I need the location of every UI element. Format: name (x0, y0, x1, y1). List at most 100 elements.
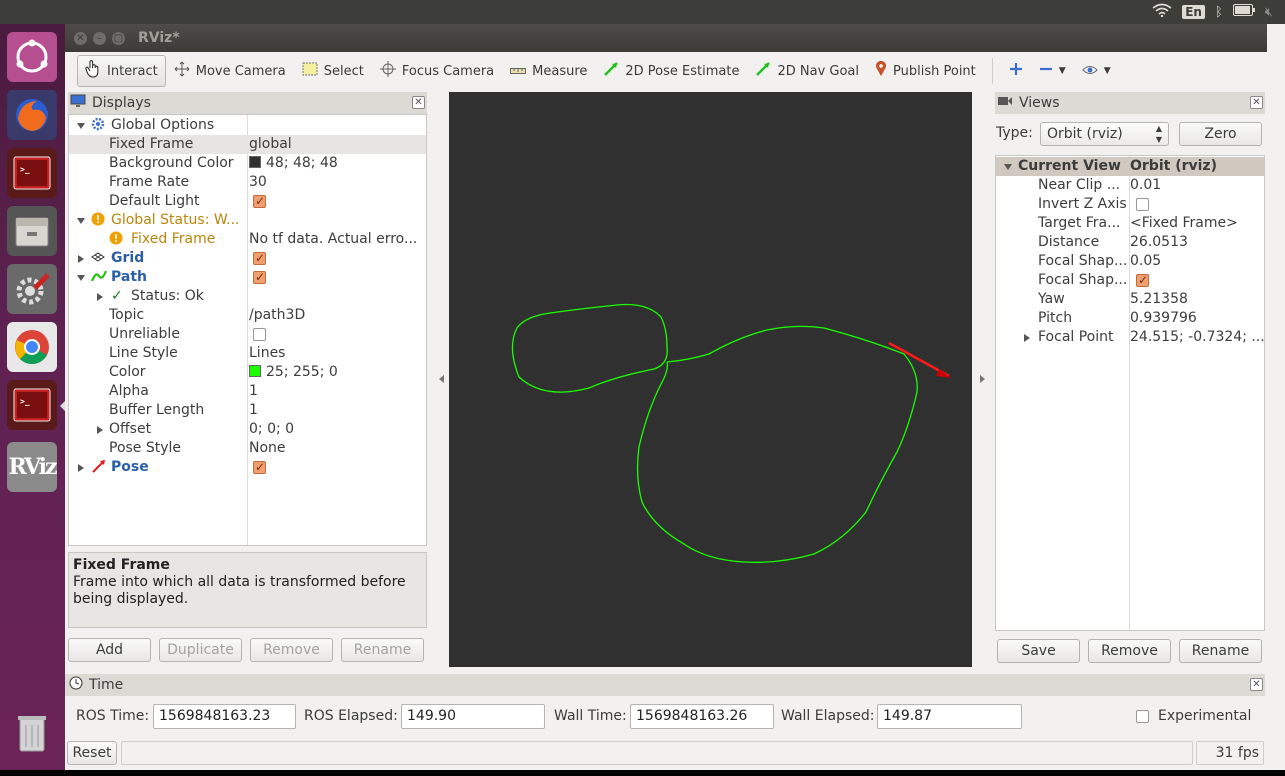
experimental-checkbox[interactable] (1136, 710, 1149, 723)
displays-panel-header: Displays ✕ (68, 92, 427, 114)
grid-checkbox[interactable] (253, 249, 266, 268)
terminal-icon[interactable]: >_ (7, 380, 57, 430)
tree-row-pitch[interactable]: Pitch 0.939796 (996, 309, 1264, 328)
zero-view-button[interactable]: Zero (1179, 122, 1262, 146)
view-type-select[interactable]: Orbit (rviz) ▲ ▼ (1040, 122, 1169, 146)
ros-elapsed-field[interactable]: 149.90 (401, 704, 545, 729)
expand-arrow-icon[interactable] (77, 275, 85, 281)
nav-goal-tool-button[interactable]: 2D Nav Goal (747, 55, 867, 87)
eye-icon (1081, 64, 1098, 79)
expand-arrow-icon[interactable] (78, 255, 84, 263)
expand-arrow-icon[interactable] (1004, 164, 1012, 170)
expand-arrow-icon[interactable] (1024, 334, 1030, 342)
wall-elapsed-field[interactable]: 149.87 (877, 704, 1022, 729)
displays-close-button[interactable]: ✕ (412, 96, 425, 109)
minimize-window-button[interactable]: – (93, 32, 106, 45)
select-tool-button[interactable]: Select (294, 55, 372, 87)
wall-time-field[interactable]: 1569848163.26 (630, 704, 774, 729)
expand-arrow-icon[interactable] (97, 426, 103, 434)
add-tool-button[interactable] (1001, 55, 1031, 87)
ros-time-field[interactable]: 1569848163.23 (153, 704, 296, 729)
files-icon[interactable] (7, 206, 57, 256)
tree-row-color[interactable]: Color 25; 255; 0 (69, 363, 426, 382)
time-close-button[interactable]: ✕ (1250, 678, 1263, 691)
rviz-icon[interactable]: RViz (7, 442, 58, 492)
add-display-button[interactable]: Add (68, 638, 151, 662)
focus-camera-tool-button[interactable]: Focus Camera (372, 55, 502, 87)
path-checkbox[interactable] (253, 268, 266, 287)
interact-tool-button[interactable]: Interact (77, 55, 166, 87)
tree-row-focal-shape-size[interactable]: Focal Shap... 0.05 (996, 252, 1264, 271)
trash-icon[interactable] (7, 708, 57, 758)
tree-row-fixed-frame[interactable]: Fixed Frame global (69, 135, 426, 154)
tree-row-offset[interactable]: Offset 0; 0; 0 (69, 420, 426, 439)
reset-button[interactable]: Reset (67, 741, 117, 765)
tree-row-near-clip[interactable]: Near Clip ... 0.01 (996, 176, 1264, 195)
collapse-left-icon[interactable] (439, 375, 444, 383)
default-light-checkbox[interactable] (253, 192, 266, 211)
tree-row-invert-z[interactable]: Invert Z Axis (996, 195, 1264, 214)
invert-z-checkbox[interactable] (1136, 198, 1149, 211)
ubuntu-dash-icon[interactable] (7, 32, 57, 82)
tree-row-topic[interactable]: Topic /path3D (69, 306, 426, 325)
system-settings-icon[interactable] (7, 264, 57, 314)
3d-viewport[interactable] (449, 92, 972, 667)
tree-row-alpha[interactable]: Alpha 1 (69, 382, 426, 401)
tree-row-global-options[interactable]: Global Options (69, 116, 426, 135)
move-arrows-icon (174, 61, 190, 81)
tree-row-pose[interactable]: Pose (69, 458, 426, 477)
close-window-button[interactable]: ✕ (74, 32, 87, 45)
wall-time-label: Wall Time: (554, 708, 627, 724)
rename-display-button[interactable]: Rename (341, 638, 424, 662)
tree-row-buffer-length[interactable]: Buffer Length 1 (69, 401, 426, 420)
chrome-icon[interactable] (7, 322, 57, 372)
tree-row-frame-rate[interactable]: Frame Rate 30 (69, 173, 426, 192)
wifi-icon[interactable] (1152, 3, 1172, 21)
bluetooth-icon[interactable]: ᛒ (1215, 5, 1223, 20)
publish-point-tool-button[interactable]: Publish Point (867, 55, 984, 87)
expand-arrow-icon[interactable] (77, 123, 85, 129)
battery-icon[interactable] (1232, 4, 1255, 20)
measure-tool-button[interactable]: Measure (502, 55, 595, 87)
rename-view-button[interactable]: Rename (1179, 639, 1262, 663)
tree-row-unreliable[interactable]: Unreliable (69, 325, 426, 344)
terminal-icon[interactable]: >_ (7, 148, 57, 198)
tree-row-default-light[interactable]: Default Light (69, 192, 426, 211)
expand-arrow-icon[interactable] (77, 218, 85, 224)
tree-row-target-frame[interactable]: Target Fra... <Fixed Frame> (996, 214, 1264, 233)
time-title: Time (89, 677, 124, 693)
remove-display-button[interactable]: Remove (250, 638, 333, 662)
move-camera-tool-button[interactable]: Move Camera (166, 55, 294, 87)
remove-view-button[interactable]: Remove (1088, 639, 1171, 663)
tree-row-line-style[interactable]: Line Style Lines (69, 344, 426, 363)
tree-row-global-status[interactable]: Global Status: W... (69, 211, 426, 230)
tree-row-current-view[interactable]: Current View Orbit (rviz) (996, 157, 1264, 176)
volume-muted-icon[interactable]: 🔇︎ (1265, 5, 1273, 20)
collapse-right-icon[interactable] (980, 375, 985, 383)
tree-row-pose-style[interactable]: Pose Style None (69, 439, 426, 458)
expand-arrow-icon[interactable] (97, 293, 103, 301)
expand-arrow-icon[interactable] (78, 464, 84, 472)
pose-checkbox[interactable] (253, 458, 266, 477)
firefox-icon[interactable] (7, 90, 57, 140)
views-close-button[interactable]: ✕ (1250, 96, 1263, 109)
tree-row-path[interactable]: Path (69, 268, 426, 287)
tree-row-yaw[interactable]: Yaw 5.21358 (996, 290, 1264, 309)
language-indicator[interactable]: En (1182, 5, 1205, 19)
save-view-button[interactable]: Save (997, 639, 1080, 663)
duplicate-display-button[interactable]: Duplicate (159, 638, 242, 662)
panels-visibility-button[interactable]: ▼ (1074, 55, 1119, 87)
pose-estimate-tool-button[interactable]: 2D Pose Estimate (595, 55, 747, 87)
tree-row-background-color[interactable]: Background Color 48; 48; 48 (69, 154, 426, 173)
tree-row-grid[interactable]: Grid (69, 249, 426, 268)
spinner-arrows-icon: ▲ ▼ (1155, 124, 1162, 144)
tree-row-status-ok[interactable]: ✓ Status: Ok (69, 287, 426, 306)
focal-shape-checkbox[interactable] (1136, 271, 1149, 290)
tree-row-distance[interactable]: Distance 26.0513 (996, 233, 1264, 252)
remove-tool-button[interactable]: ▼ (1031, 55, 1074, 87)
tree-row-focal-shape-fixed[interactable]: Focal Shap... (996, 271, 1264, 290)
unreliable-checkbox[interactable] (253, 328, 266, 341)
tree-row-status-fixed-frame[interactable]: Fixed Frame No tf data. Actual erro... (69, 230, 426, 249)
maximize-window-button[interactable]: ▢ (112, 32, 125, 45)
tree-row-focal-point[interactable]: Focal Point 24.515; -0.7324; ... (996, 328, 1264, 347)
